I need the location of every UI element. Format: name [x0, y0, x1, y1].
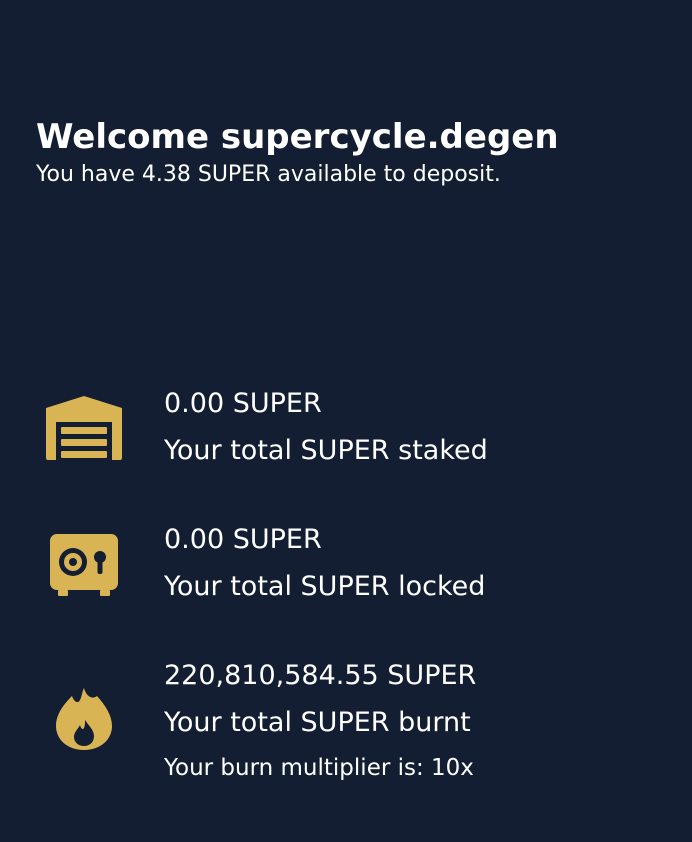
burnt-label: Your total SUPER burnt: [164, 707, 471, 738]
staked-amount: 0.00 SUPER: [164, 388, 322, 419]
burn-multiplier-text: Your burn multiplier is: 10x: [164, 755, 474, 781]
locked-label: Your total SUPER locked: [164, 571, 486, 602]
locked-amount: 0.00 SUPER: [164, 524, 322, 555]
burnt-amount: 220,810,584.55 SUPER: [164, 660, 477, 691]
welcome-section: Welcome supercycle.degen You have 4.38 S…: [36, 114, 676, 190]
staked-label: Your total SUPER staked: [164, 435, 488, 466]
burnt-stat-text: 220,810,584.55 SUPER Your total SUPER bu…: [164, 652, 684, 790]
locked-stat-text: 0.00 SUPER Your total SUPER locked: [164, 516, 684, 610]
warehouse-icon: [44, 384, 124, 464]
vault-icon: [44, 520, 124, 600]
welcome-title: Welcome supercycle.degen: [36, 117, 559, 157]
staked-stat-text: 0.00 SUPER Your total SUPER staked: [164, 380, 684, 474]
available-balance-text: You have 4.38 SUPER available to deposit…: [36, 162, 501, 187]
fire-icon: [44, 674, 124, 754]
